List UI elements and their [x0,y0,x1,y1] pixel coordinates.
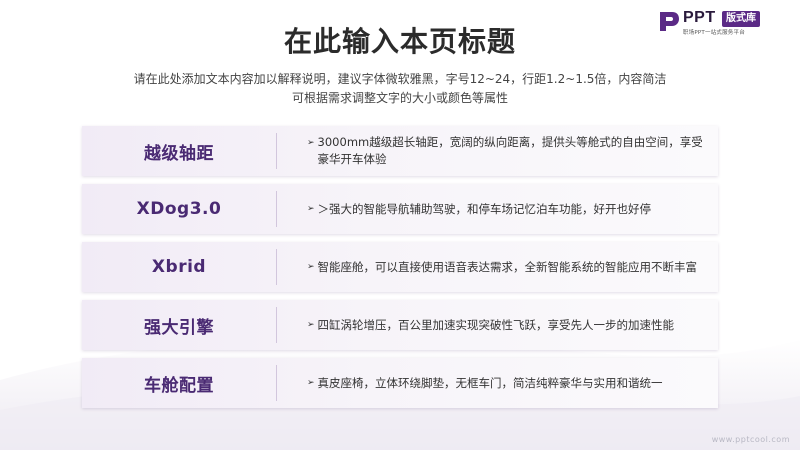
feature-row: 越级轴距 ➢ 3000mm越级超长轴距，宽阔的纵向距离，提供头等舱式的自由空间，… [82,126,718,176]
arrow-bullet-icon: ➢ [307,138,315,148]
feature-description-text: 3000mm越级超长轴距，宽阔的纵向距离，提供头等舱式的自由空间，享受豪华开车体… [317,135,703,166]
subtitle-line-2: 可根据需求调整文字的大小或颜色等属性 [291,91,508,105]
feature-description: ➢ 四缸涡轮增压，百公里加速实现突破性飞跃，享受先人一步的加速性能 [277,317,718,334]
feature-list: 越级轴距 ➢ 3000mm越级超长轴距，宽阔的纵向距离，提供头等舱式的自由空间，… [82,126,718,416]
feature-row: XDog3.0 ➢ ＞强大的智能导航辅助驾驶，和停车场记忆泊车功能，好开也好停 [82,184,718,234]
feature-row: 强大引擎 ➢ 四缸涡轮增压，百公里加速实现突破性飞跃，享受先人一步的加速性能 [82,300,718,350]
feature-label: XDog3.0 [136,199,222,219]
arrow-bullet-icon: ➢ [307,377,315,388]
page-subtitle: 请在此处添加文本内容加以解释说明，建议字体微软雅黑，字号12~24，行距1.2~… [100,70,700,108]
arrow-bullet-icon: ➢ [307,261,315,272]
feature-description: ➢ 真皮座椅，立体环绕脚垫，无框车门，简洁纯粹豪华与实用和谐统一 [277,375,718,392]
feature-label: Xbrid [151,257,207,277]
feature-description-text: ＞强大的智能导航辅助驾驶，和停车场记忆泊车功能，好开也好停 [317,201,652,216]
feature-label: 车舱配置 [144,375,214,396]
feature-description: ➢ ＞强大的智能导航辅助驾驶，和停车场记忆泊车功能，好开也好停 [277,201,718,218]
feature-description: ➢ 3000mm越级超长轴距，宽阔的纵向距离，提供头等舱式的自由空间，享受豪华开… [277,134,718,168]
footer-url: www.pptcool.com [711,435,790,444]
subtitle-line-1: 请在此处添加文本内容加以解释说明，建议字体微软雅黑，字号12~24，行距1.2~… [133,72,667,86]
arrow-bullet-icon: ➢ [307,319,315,330]
arrow-bullet-icon: ➢ [307,203,315,214]
feature-description-text: 真皮座椅，立体环绕脚垫，无框车门，简洁纯粹豪华与实用和谐统一 [317,375,663,390]
page-title: 在此输入本页标题 [283,25,516,58]
feature-label: 越级轴距 [144,143,214,164]
feature-row: 车舱配置 ➢ 真皮座椅，立体环绕脚垫，无框车门，简洁纯粹豪华与实用和谐统一 [82,358,718,408]
feature-description-text: 四缸涡轮增压，百公里加速实现突破性飞跃，享受先人一步的加速性能 [317,317,675,332]
feature-description-text: 智能座舱，可以直接使用语音表达需求，全新智能系统的智能应用不断丰富 [317,259,698,274]
feature-description: ➢ 智能座舱，可以直接使用语音表达需求，全新智能系统的智能应用不断丰富 [277,259,718,276]
feature-row: Xbrid ➢ 智能座舱，可以直接使用语音表达需求，全新智能系统的智能应用不断丰… [82,242,718,292]
feature-label: 强大引擎 [144,317,214,338]
